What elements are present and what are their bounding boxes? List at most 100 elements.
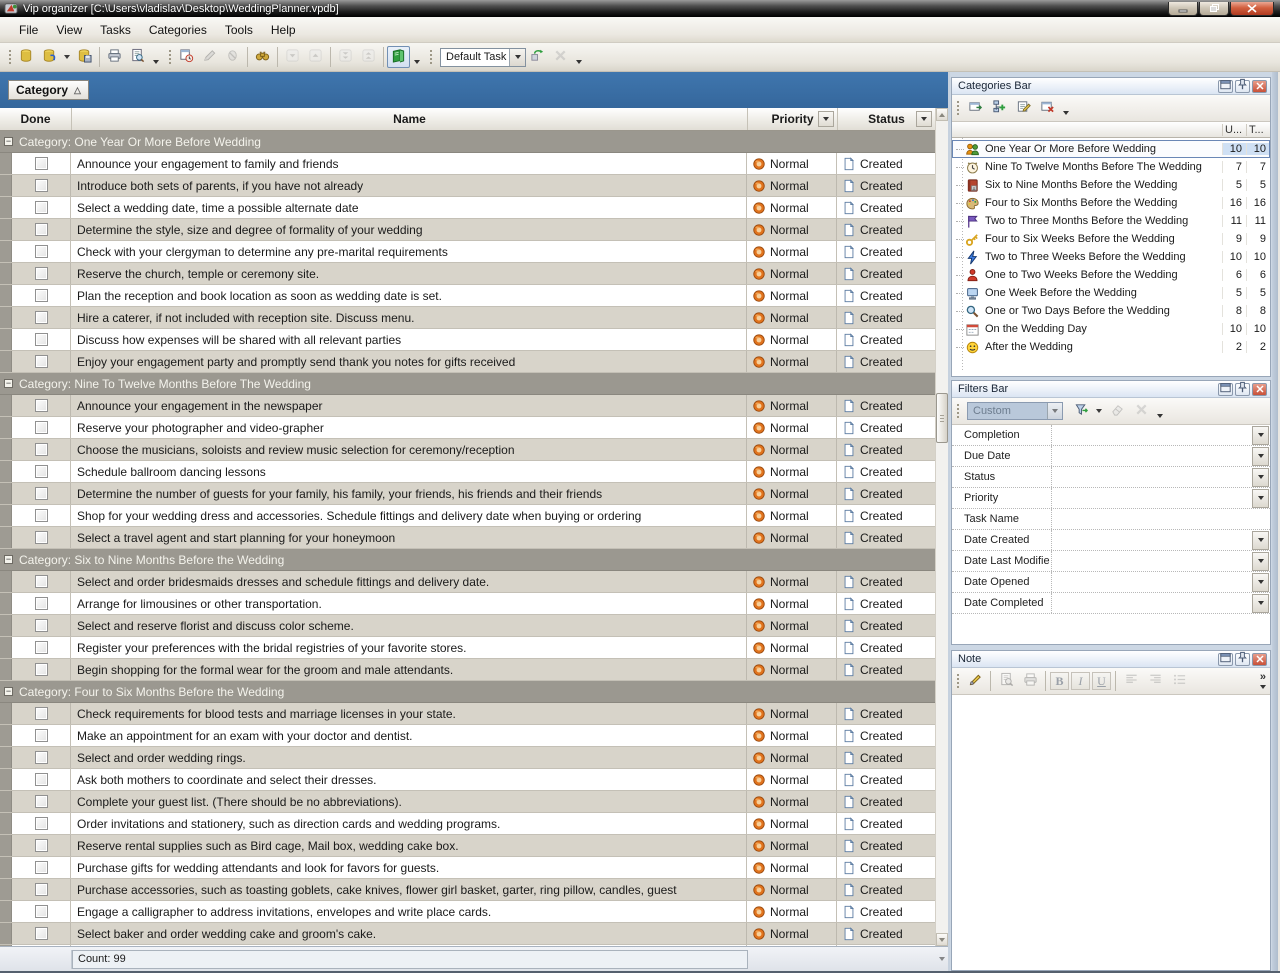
done-checkbox[interactable] bbox=[35, 707, 48, 720]
task-row[interactable]: Shop for your wedding dress and accessor… bbox=[0, 505, 948, 527]
find-button[interactable] bbox=[251, 46, 274, 68]
open-dropdown-arrow[interactable] bbox=[64, 55, 70, 59]
open-database-button[interactable] bbox=[38, 46, 61, 68]
task-row[interactable]: Discuss how expenses will be shared with… bbox=[0, 329, 948, 351]
panel-pin-button[interactable] bbox=[1235, 80, 1250, 93]
toolbar-grip[interactable] bbox=[7, 48, 12, 66]
collapse-icon[interactable]: − bbox=[4, 137, 13, 146]
menu-file[interactable]: File bbox=[10, 19, 47, 41]
status-filter-dropdown[interactable] bbox=[916, 111, 932, 127]
done-checkbox[interactable] bbox=[35, 289, 48, 302]
category-item[interactable]: One to Two Weeks Before the Wedding66 bbox=[952, 266, 1270, 284]
filter-dropdown-button[interactable] bbox=[1252, 573, 1269, 592]
filter-dropdown-button[interactable] bbox=[1252, 447, 1269, 466]
filter-value-field[interactable] bbox=[1052, 467, 1251, 487]
toolbar-grip[interactable] bbox=[167, 48, 172, 66]
done-checkbox[interactable] bbox=[35, 421, 48, 434]
task-row[interactable]: Select and order bridesmaids dresses and… bbox=[0, 571, 948, 593]
category-item[interactable]: One Year Or More Before Wedding1010 bbox=[952, 140, 1270, 158]
category-item[interactable]: On the Wedding Day1010 bbox=[952, 320, 1270, 338]
task-row[interactable]: Reserve your photographer and video-grap… bbox=[0, 417, 948, 439]
category-item[interactable]: One or Two Days Before the Wedding88 bbox=[952, 302, 1270, 320]
toolbar-grip[interactable] bbox=[428, 48, 433, 66]
task-row[interactable]: Engage a calligrapher to address invitat… bbox=[0, 901, 948, 923]
category-group-row[interactable]: −Category: Four to Six Months Before the… bbox=[0, 681, 948, 703]
panel-pin-button[interactable] bbox=[1235, 653, 1250, 666]
toolbar-overflow-arrow[interactable] bbox=[576, 60, 582, 64]
window-resize-edge[interactable] bbox=[1272, 72, 1278, 971]
task-row[interactable]: Arrange for limousines or other transpor… bbox=[0, 593, 948, 615]
move-down-button[interactable] bbox=[281, 46, 304, 68]
done-checkbox[interactable] bbox=[35, 531, 48, 544]
task-row[interactable]: Announce your engagement in the newspape… bbox=[0, 395, 948, 417]
task-row[interactable]: Order invitations and stationery, such a… bbox=[0, 813, 948, 835]
column-header-priority[interactable]: Priority bbox=[748, 108, 838, 130]
task-row[interactable]: Reserve rental supplies such as Bird cag… bbox=[0, 835, 948, 857]
move-top-button[interactable] bbox=[357, 46, 380, 68]
filter-dropdown-button[interactable] bbox=[1252, 426, 1269, 445]
combobox-dropdown-button[interactable] bbox=[509, 49, 525, 66]
remove-filter-button[interactable] bbox=[1129, 401, 1153, 422]
scroll-up-button[interactable] bbox=[936, 108, 948, 121]
print-button[interactable] bbox=[103, 46, 126, 68]
clear-template-button[interactable] bbox=[549, 46, 572, 68]
close-button[interactable] bbox=[1230, 2, 1274, 16]
delete-task-button[interactable] bbox=[221, 46, 244, 68]
restore-button[interactable] bbox=[1199, 2, 1229, 16]
align-left-button[interactable] bbox=[1119, 671, 1143, 692]
panel-float-button[interactable] bbox=[1218, 383, 1233, 396]
done-checkbox[interactable] bbox=[35, 663, 48, 676]
panel-float-button[interactable] bbox=[1218, 653, 1233, 666]
done-checkbox[interactable] bbox=[35, 773, 48, 786]
combobox-dropdown-button[interactable] bbox=[1047, 403, 1062, 419]
categories-bar-title[interactable]: Categories Bar bbox=[952, 78, 1270, 95]
group-by-category-button[interactable]: Category △ bbox=[8, 80, 89, 100]
filter-dropdown-arrow[interactable] bbox=[1096, 409, 1102, 413]
done-checkbox[interactable] bbox=[35, 641, 48, 654]
category-item[interactable]: One Week Before the Wedding55 bbox=[952, 284, 1270, 302]
collapse-icon[interactable]: − bbox=[4, 687, 13, 696]
task-row[interactable]: Register your preferences with the brida… bbox=[0, 637, 948, 659]
move-bottom-button[interactable] bbox=[334, 46, 357, 68]
done-checkbox[interactable] bbox=[35, 487, 48, 500]
done-checkbox[interactable] bbox=[35, 729, 48, 742]
category-group-row[interactable]: −Category: Six to Nine Months Before the… bbox=[0, 549, 948, 571]
task-row[interactable]: Announce your engagement to family and f… bbox=[0, 153, 948, 175]
category-item[interactable]: Two to Three Weeks Before the Wedding101… bbox=[952, 248, 1270, 266]
priority-filter-dropdown[interactable] bbox=[818, 111, 834, 127]
new-task-button[interactable] bbox=[175, 46, 198, 68]
apply-filter-button[interactable] bbox=[1069, 401, 1093, 422]
delete-category-button[interactable] bbox=[1035, 98, 1059, 119]
filter-value-field[interactable] bbox=[1052, 446, 1251, 466]
task-row[interactable]: Check with your clergyman to determine a… bbox=[0, 241, 948, 263]
task-row[interactable]: Ask both mothers to coordinate and selec… bbox=[0, 769, 948, 791]
toolbar-overflow-arrow[interactable] bbox=[1157, 414, 1163, 418]
done-checkbox[interactable] bbox=[35, 619, 48, 632]
task-row[interactable]: Schedule ballroom dancing lessonsNormalC… bbox=[0, 461, 948, 483]
edit-task-button[interactable] bbox=[198, 46, 221, 68]
done-checkbox[interactable] bbox=[35, 223, 48, 236]
task-row[interactable]: Choose the musicians, soloists and revie… bbox=[0, 439, 948, 461]
done-checkbox[interactable] bbox=[35, 179, 48, 192]
task-row[interactable]: Introduce both sets of parents, if you h… bbox=[0, 175, 948, 197]
task-row[interactable]: Select and order wedding rings.NormalCre… bbox=[0, 747, 948, 769]
column-header-name[interactable]: Name bbox=[72, 108, 748, 130]
done-checkbox[interactable] bbox=[35, 597, 48, 610]
task-row[interactable]: Plan the reception and book location as … bbox=[0, 285, 948, 307]
panel-close-button[interactable] bbox=[1252, 80, 1267, 93]
note-editor[interactable] bbox=[952, 695, 1270, 970]
panel-pin-button[interactable] bbox=[1235, 383, 1250, 396]
new-subcategory-button[interactable] bbox=[987, 98, 1011, 119]
category-item[interactable]: After the Wedding22 bbox=[952, 338, 1270, 356]
filter-dropdown-button[interactable] bbox=[1252, 531, 1269, 550]
column-uncompleted[interactable]: U... bbox=[1222, 124, 1246, 136]
toolbar-overflow-arrow[interactable] bbox=[153, 60, 159, 64]
panel-float-button[interactable] bbox=[1218, 80, 1233, 93]
filter-preset-combobox[interactable]: Custom bbox=[967, 402, 1063, 420]
filter-dropdown-button[interactable] bbox=[1252, 468, 1269, 487]
toolbar-grip[interactable] bbox=[955, 99, 960, 117]
task-row[interactable]: Determine the number of guests for your … bbox=[0, 483, 948, 505]
note-toolbar-overflow[interactable]: » bbox=[1260, 673, 1266, 689]
new-database-button[interactable] bbox=[15, 46, 38, 68]
filter-value-field[interactable] bbox=[1052, 593, 1251, 613]
